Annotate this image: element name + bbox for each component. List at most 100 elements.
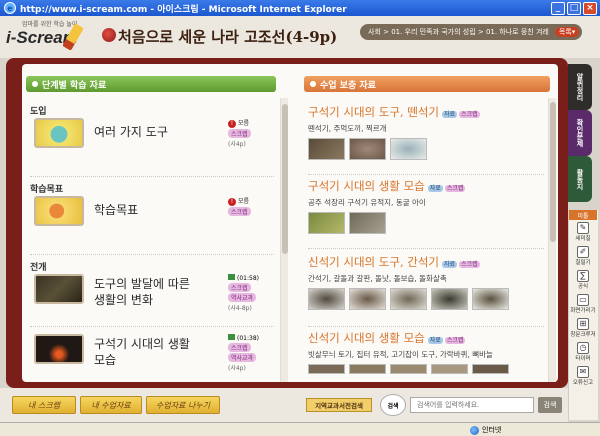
scrap-button[interactable]: 스크랩 <box>228 129 251 138</box>
tool-button[interactable]: ⊞ 창문크루저 <box>569 318 597 340</box>
thumbnail-image[interactable] <box>390 288 427 310</box>
tag-badge: 자료 <box>442 110 458 118</box>
my-scrap-button[interactable]: 내 스크랩 <box>12 396 76 414</box>
list-item[interactable]: 도구의 발달에 따른 생활의 변화 (01:58) 스크랩 역사교과 (사4-8p… <box>34 274 278 322</box>
close-button[interactable]: × <box>583 1 597 15</box>
tab-quiz[interactable]: 확인문제 <box>568 110 592 156</box>
tool-button[interactable]: ✐ 칠밀기 <box>569 246 597 268</box>
divider <box>308 326 544 327</box>
tool-label: 공식 <box>577 284 589 290</box>
thumbnail-image[interactable] <box>349 288 386 310</box>
item-title[interactable]: 도구의 발달에 따른 생활의 변화 <box>94 276 190 308</box>
tab-worksheet[interactable]: 활동지 <box>568 156 592 202</box>
page-ref: (사4p) <box>228 365 246 372</box>
list-item[interactable]: 여러 가지 도구 모름 스크랩 (사4p) <box>34 118 278 166</box>
resource-title-text: 구석기 시대의 도구, 뗀석기 <box>308 105 440 119</box>
scrap-button[interactable]: 스크랩 <box>228 207 251 216</box>
regional-textbook-search-button[interactable]: 지역교과서전검색 <box>306 398 372 412</box>
scrap-button[interactable]: 스크랩 <box>459 260 480 268</box>
tool-button[interactable]: ✉ 오류신고 <box>569 366 597 388</box>
badge-label: 모름 <box>228 118 268 128</box>
resource-title[interactable]: 신석기 시대의 생활 모습 자료 스크랩 <box>308 330 544 346</box>
item-title[interactable]: 구석기 시대의 생활 모습 <box>94 336 190 368</box>
resource-item[interactable]: 신석기 시대의 도구, 간석기 자료 스크랩 간석기, 갈돌과 갈판, 돌낫, 돌보… <box>308 254 544 310</box>
my-materials-button[interactable]: 내 수업자료 <box>80 396 142 414</box>
timer-icon: ◷ <box>577 342 589 354</box>
scrap-button[interactable]: 스크랩 <box>444 336 466 344</box>
scrap-button[interactable]: 스크랩 <box>459 110 480 118</box>
resource-title[interactable]: 신석기 시대의 도구, 간석기 자료 스크랩 <box>308 254 544 270</box>
resource-desc: 빗살무늬 토기, 집터 유적, 고기잡이 도구, 가락바퀴, 뼈바늘 <box>308 350 493 359</box>
search-button[interactable]: 검색 <box>538 397 562 413</box>
left-panel-title: 단계별 학습 자료 <box>42 80 107 91</box>
bullet-icon <box>310 81 316 87</box>
ie-icon: e <box>4 2 16 14</box>
tool-button[interactable]: ✎ 세미칠 <box>569 222 597 244</box>
share-materials-button[interactable]: 수업자료 나누기 <box>146 396 220 414</box>
tool-button[interactable]: ◷ 타이머 <box>569 342 597 364</box>
status-bar: 인터넷 <box>0 422 600 436</box>
scrap-button[interactable]: 스크랩 <box>228 343 251 352</box>
tool-button[interactable]: ∑ 공식 <box>569 270 597 292</box>
maximize-button[interactable]: □ <box>567 1 581 15</box>
divider <box>30 254 274 255</box>
pencil-icon: ✎ <box>577 222 589 234</box>
resource-item[interactable]: 구석기 시대의 생활 모습 자료 스크랩 공주 석장리 구석기 유적지, 동굴 아이 <box>308 178 544 234</box>
resource-title[interactable]: 구석기 시대의 도구, 뗀석기 자료 스크랩 <box>308 104 544 120</box>
thumbnail-image[interactable] <box>34 118 84 148</box>
thumbnail-image[interactable] <box>308 288 345 310</box>
resource-item[interactable]: 구석기 시대의 도구, 뗀석기 자료 스크랩 뗀석기, 주먹도끼, 찍르개 <box>308 104 544 160</box>
breadcrumb-text: 사회 > 01. 우리 민족과 국가의 성립 > 01. 하나로 뭉친 겨레 <box>368 28 549 36</box>
right-scrollbar[interactable] <box>548 98 556 382</box>
thumbnail-image[interactable] <box>34 334 84 364</box>
thumbnail-image[interactable] <box>308 364 345 374</box>
thumbnail-image[interactable] <box>349 364 386 374</box>
left-scrollbar[interactable] <box>280 98 288 382</box>
site-header: 엄마를 위한 학습 놀이 i-Scream 처음으로 세운 나라 고조선(4-9… <box>0 16 600 58</box>
divider <box>30 326 274 327</box>
section-label: 도입 <box>30 107 47 117</box>
search-input[interactable] <box>410 397 534 413</box>
history-badge[interactable]: 역사교과 <box>228 293 257 302</box>
scroll-thumb[interactable] <box>282 104 288 254</box>
thumbnail-image[interactable] <box>431 364 468 374</box>
minimize-button[interactable]: _ <box>551 1 565 15</box>
item-title[interactable]: 학습목표 <box>94 202 138 218</box>
scroll-thumb[interactable] <box>550 102 556 242</box>
window-icon: ⊞ <box>577 318 589 330</box>
right-panel-header: 수업 보충 자료 <box>304 76 550 92</box>
thumbnail-image[interactable] <box>472 364 509 374</box>
resource-title[interactable]: 구석기 시대의 생활 모습 자료 스크랩 <box>308 178 544 194</box>
resource-title-text: 신석기 시대의 도구, 간석기 <box>308 255 440 269</box>
item-title-line: 생활의 변화 <box>94 293 154 307</box>
logo-subtitle: 엄마를 위한 학습 놀이 <box>22 21 78 28</box>
divider <box>308 248 544 249</box>
tool-button[interactable]: ▭ 화면가리기 <box>569 294 597 316</box>
list-item[interactable]: 구석기 시대의 생활 모습 (01:38) 스크랩 역사교과 (사4p) <box>34 334 278 382</box>
window-titlebar: e http://www.i-scream.com - 아이스크림 - Micr… <box>0 0 600 16</box>
scrap-button[interactable]: 스크랩 <box>444 184 466 192</box>
thumbnail-image[interactable] <box>390 364 427 374</box>
item-title[interactable]: 여러 가지 도구 <box>94 124 168 140</box>
tag-badge: 자료 <box>427 336 443 344</box>
thumbnail-image[interactable] <box>34 274 84 304</box>
lesson-title: 처음으로 세운 나라 고조선(4-9p) <box>118 28 338 46</box>
history-badge[interactable]: 역사교과 <box>228 353 257 362</box>
tab-summary[interactable]: 알퀴정리 <box>568 64 592 110</box>
list-item[interactable]: 학습목표 모름 스크랩 <box>34 196 278 244</box>
thumbnail-image[interactable] <box>34 196 84 226</box>
thumbnail-image[interactable] <box>472 288 509 310</box>
thumbnail-image[interactable] <box>431 288 468 310</box>
thumbnail-image[interactable] <box>308 138 345 160</box>
breadcrumb-list-button[interactable]: 목록▾ <box>554 27 580 37</box>
resource-item[interactable]: 신석기 시대의 생활 모습 자료 스크랩 빗살무늬 토기, 집터 유적, 고기잡이 … <box>308 330 544 374</box>
scrap-button[interactable]: 스크랩 <box>228 283 251 292</box>
toolbox-header: 미툴 <box>569 210 597 220</box>
thumbnail-image[interactable] <box>349 138 386 160</box>
content-area: 단계별 학습 자료 도입 여러 가지 도구 모름 스크랩 (사4p) 학습목표 … <box>22 64 558 382</box>
resource-desc: 공주 석장리 구석기 유적지, 동굴 아이 <box>308 198 426 207</box>
resource-desc: 간석기, 갈돌과 갈판, 돌낫, 돌보습, 돌화살촉 <box>308 274 447 283</box>
thumbnail-image[interactable] <box>349 212 386 234</box>
thumbnail-image[interactable] <box>308 212 345 234</box>
thumbnail-image[interactable] <box>390 138 427 160</box>
